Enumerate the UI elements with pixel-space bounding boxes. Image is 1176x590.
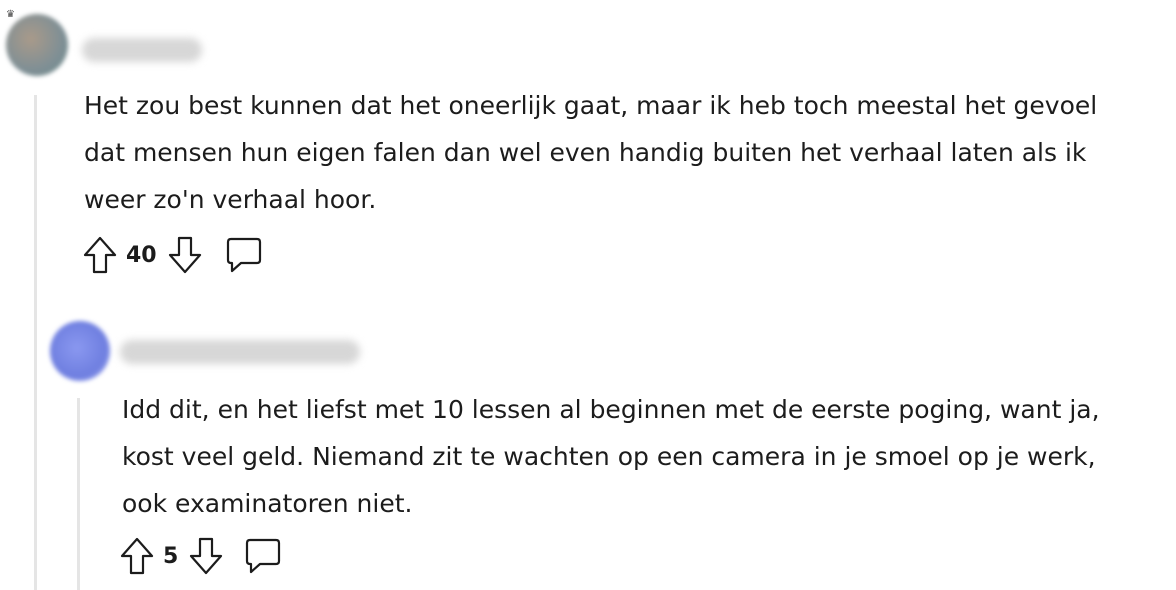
thread-line-root[interactable]: [34, 95, 37, 590]
thread-line-child[interactable]: [77, 398, 80, 590]
score: 5: [163, 543, 179, 569]
comment-actions: 5: [119, 536, 282, 576]
crown-icon: ♛: [6, 9, 15, 20]
upvote-icon[interactable]: [119, 536, 155, 576]
downvote-icon[interactable]: [188, 536, 224, 576]
username[interactable]: [82, 38, 202, 62]
comment-line: Het zou best kunnen dat het oneerlijk ga…: [84, 91, 1098, 120]
comment-actions: 40: [82, 235, 263, 275]
reply-icon[interactable]: [225, 236, 263, 274]
avatar[interactable]: [6, 14, 68, 76]
username[interactable]: [120, 340, 360, 364]
comment-line: weer zo'n verhaal hoor.: [84, 185, 377, 214]
reply-icon[interactable]: [244, 537, 282, 575]
comment-line: Idd dit, en het liefst met 10 lessen al …: [122, 395, 1100, 424]
score: 40: [126, 242, 157, 268]
comment-body: Idd dit, en het liefst met 10 lessen al …: [122, 386, 1100, 527]
comment-line: ook examinatoren niet.: [122, 489, 413, 518]
avatar[interactable]: [50, 321, 110, 381]
downvote-icon[interactable]: [167, 235, 203, 275]
comment-body: Het zou best kunnen dat het oneerlijk ga…: [84, 82, 1097, 223]
comment-line: kost veel geld. Niemand zit te wachten o…: [122, 442, 1096, 471]
upvote-icon[interactable]: [82, 235, 118, 275]
comment-line: dat mensen hun eigen falen dan wel even …: [84, 138, 1087, 167]
